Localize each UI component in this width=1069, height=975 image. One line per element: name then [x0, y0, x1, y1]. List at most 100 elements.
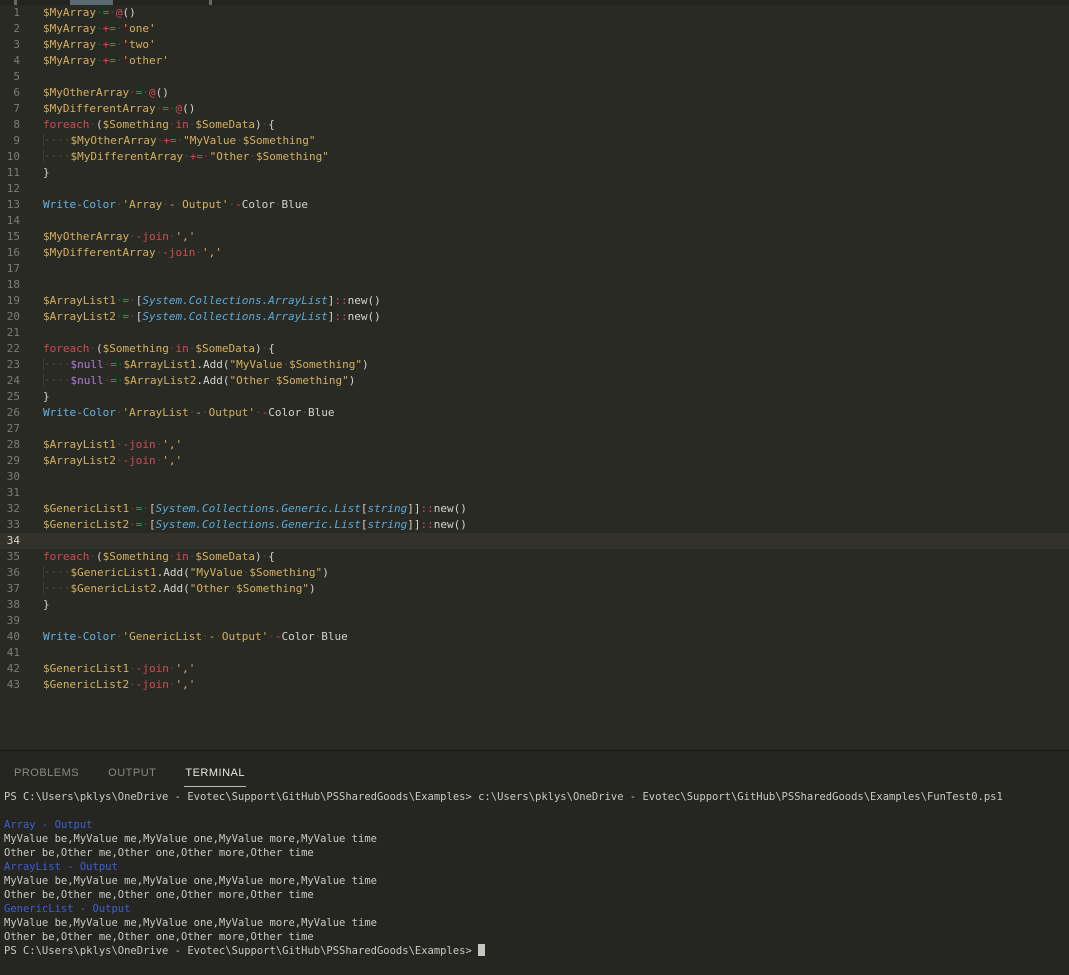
line-number[interactable]: 20	[0, 309, 20, 325]
code-line[interactable]: 32$GenericList1·=·[System.Collections.Ge…	[0, 501, 1069, 517]
code-line[interactable]: 38}	[0, 597, 1069, 613]
line-number[interactable]: 23	[0, 357, 20, 373]
line-number[interactable]: 16	[0, 245, 20, 261]
code-line[interactable]: 21	[0, 325, 1069, 341]
line-number[interactable]: 22	[0, 341, 20, 357]
code-token: )·{	[255, 550, 275, 563]
line-number[interactable]: 14	[0, 213, 20, 229]
code-token: ()	[156, 86, 169, 99]
code-line[interactable]: 34	[0, 533, 1069, 549]
code-line[interactable]: 42$GenericList1·-join·','	[0, 661, 1069, 677]
line-number[interactable]: 7	[0, 101, 20, 117]
code-line[interactable]: 19$ArrayList1·=·[System.Collections.Arra…	[0, 293, 1069, 309]
line-number[interactable]: 10	[0, 149, 20, 165]
line-number[interactable]: 37	[0, 581, 20, 597]
code-token: .Add(	[157, 582, 190, 595]
code-line[interactable]: 10····$MyDifferentArray·+=·"Other·$Somet…	[0, 149, 1069, 165]
code-line[interactable]: 41	[0, 645, 1069, 661]
line-number[interactable]: 21	[0, 325, 20, 341]
line-number[interactable]: 26	[0, 405, 20, 421]
code-line[interactable]: 43$GenericList2·-join·','	[0, 677, 1069, 693]
code-line[interactable]: 2$MyArray·+=·'one'	[0, 21, 1069, 37]
code-line[interactable]: 39	[0, 613, 1069, 629]
panel-tab-problems[interactable]: PROBLEMS	[13, 761, 80, 787]
code-line[interactable]: 26Write-Color·'ArrayList·-·Output'·-Colo…	[0, 405, 1069, 421]
line-number[interactable]: 18	[0, 277, 20, 293]
code-line[interactable]: 1$MyArray·=·@()	[0, 5, 1069, 21]
line-number[interactable]: 12	[0, 181, 20, 197]
code-line[interactable]: 22foreach·($Something·in·$SomeData)·{	[0, 341, 1069, 357]
code-token: }	[43, 390, 50, 403]
line-number[interactable]: 36	[0, 565, 20, 581]
line-number[interactable]: 38	[0, 597, 20, 613]
code-line[interactable]: 5	[0, 69, 1069, 85]
code-line[interactable]: 8foreach·($Something·in·$SomeData)·{	[0, 117, 1069, 133]
line-number[interactable]: 39	[0, 613, 20, 629]
code-line[interactable]: 4$MyArray·+=·'other'	[0, 53, 1069, 69]
line-number[interactable]: 4	[0, 53, 20, 69]
code-token: $MyOtherArray·	[43, 86, 136, 99]
line-number[interactable]: 5	[0, 69, 20, 85]
code-line[interactable]: 9····$MyOtherArray·+=·"MyValue·$Somethin…	[0, 133, 1069, 149]
code-line[interactable]: 31	[0, 485, 1069, 501]
line-number[interactable]: 9	[0, 133, 20, 149]
line-number[interactable]: 13	[0, 197, 20, 213]
code-line[interactable]: 30	[0, 469, 1069, 485]
code-line[interactable]: 6$MyOtherArray·=·@()	[0, 85, 1069, 101]
line-number[interactable]: 35	[0, 549, 20, 565]
line-number[interactable]: 8	[0, 117, 20, 133]
line-number[interactable]: 1	[0, 5, 20, 21]
line-number[interactable]: 33	[0, 517, 20, 533]
code-line[interactable]: 23····$null·=·$ArrayList1.Add("MyValue·$…	[0, 357, 1069, 373]
code-line[interactable]: 27	[0, 421, 1069, 437]
code-line[interactable]: 25}	[0, 389, 1069, 405]
code-line[interactable]: 28$ArrayList1·-join·','	[0, 437, 1069, 453]
line-number[interactable]: 17	[0, 261, 20, 277]
code-line[interactable]: 35foreach·($Something·in·$SomeData)·{	[0, 549, 1069, 565]
code-line[interactable]: 37····$GenericList2.Add("Other·$Somethin…	[0, 581, 1069, 597]
line-number[interactable]: 27	[0, 421, 20, 437]
line-number[interactable]: 25	[0, 389, 20, 405]
line-number[interactable]: 31	[0, 485, 20, 501]
line-number[interactable]: 41	[0, 645, 20, 661]
code-line[interactable]: 24····$null·=·$ArrayList2.Add("Other·$So…	[0, 373, 1069, 389]
line-number[interactable]: 28	[0, 437, 20, 453]
line-number[interactable]: 11	[0, 165, 20, 181]
code-line[interactable]: 36····$GenericList1.Add("MyValue·$Someth…	[0, 565, 1069, 581]
line-number[interactable]: 30	[0, 469, 20, 485]
code-line[interactable]: 11}	[0, 165, 1069, 181]
code-line[interactable]: 12	[0, 181, 1069, 197]
code-text: ····$MyDifferentArray·+=·"Other·$Somethi…	[20, 149, 329, 165]
code-text: }	[20, 389, 50, 405]
line-number[interactable]: 6	[0, 85, 20, 101]
terminal[interactable]: PS C:\Users\pklys\OneDrive - Evotec\Supp…	[0, 787, 1069, 958]
code-line[interactable]: 14	[0, 213, 1069, 229]
line-number[interactable]: 32	[0, 501, 20, 517]
code-line[interactable]: 17	[0, 261, 1069, 277]
line-number[interactable]: 43	[0, 677, 20, 693]
line-number[interactable]: 34	[0, 533, 20, 549]
line-number[interactable]: 15	[0, 229, 20, 245]
panel-tab-output[interactable]: OUTPUT	[107, 761, 157, 787]
line-number[interactable]: 40	[0, 629, 20, 645]
code-token: "Other·$Something"	[210, 150, 329, 163]
code-line[interactable]: 33$GenericList2·=·[System.Collections.Ge…	[0, 517, 1069, 533]
code-editor[interactable]: 1$MyArray·=·@()2$MyArray·+=·'one'3$MyArr…	[0, 5, 1069, 750]
code-line[interactable]: 15$MyOtherArray·-join·','	[0, 229, 1069, 245]
line-number[interactable]: 24	[0, 373, 20, 389]
line-number[interactable]: 42	[0, 661, 20, 677]
code-line[interactable]: 40Write-Color·'GenericList·-·Output'·-Co…	[0, 629, 1069, 645]
line-number[interactable]: 2	[0, 21, 20, 37]
code-line[interactable]: 29$ArrayList2·-join·','	[0, 453, 1069, 469]
line-number[interactable]: 29	[0, 453, 20, 469]
line-number[interactable]: 19	[0, 293, 20, 309]
code-line[interactable]: 13Write-Color·'Array·-·Output'·-Color·Bl…	[0, 197, 1069, 213]
line-number[interactable]: 3	[0, 37, 20, 53]
code-line[interactable]: 7$MyDifferentArray·=·@()	[0, 101, 1069, 117]
code-line[interactable]: 3$MyArray·+=·'two'	[0, 37, 1069, 53]
code-line[interactable]: 20$ArrayList2·=·[System.Collections.Arra…	[0, 309, 1069, 325]
code-line[interactable]: 18	[0, 277, 1069, 293]
code-line[interactable]: 16$MyDifferentArray·-join·','	[0, 245, 1069, 261]
code-token: )·{	[255, 118, 275, 131]
panel-tab-terminal[interactable]: TERMINAL	[184, 761, 246, 787]
